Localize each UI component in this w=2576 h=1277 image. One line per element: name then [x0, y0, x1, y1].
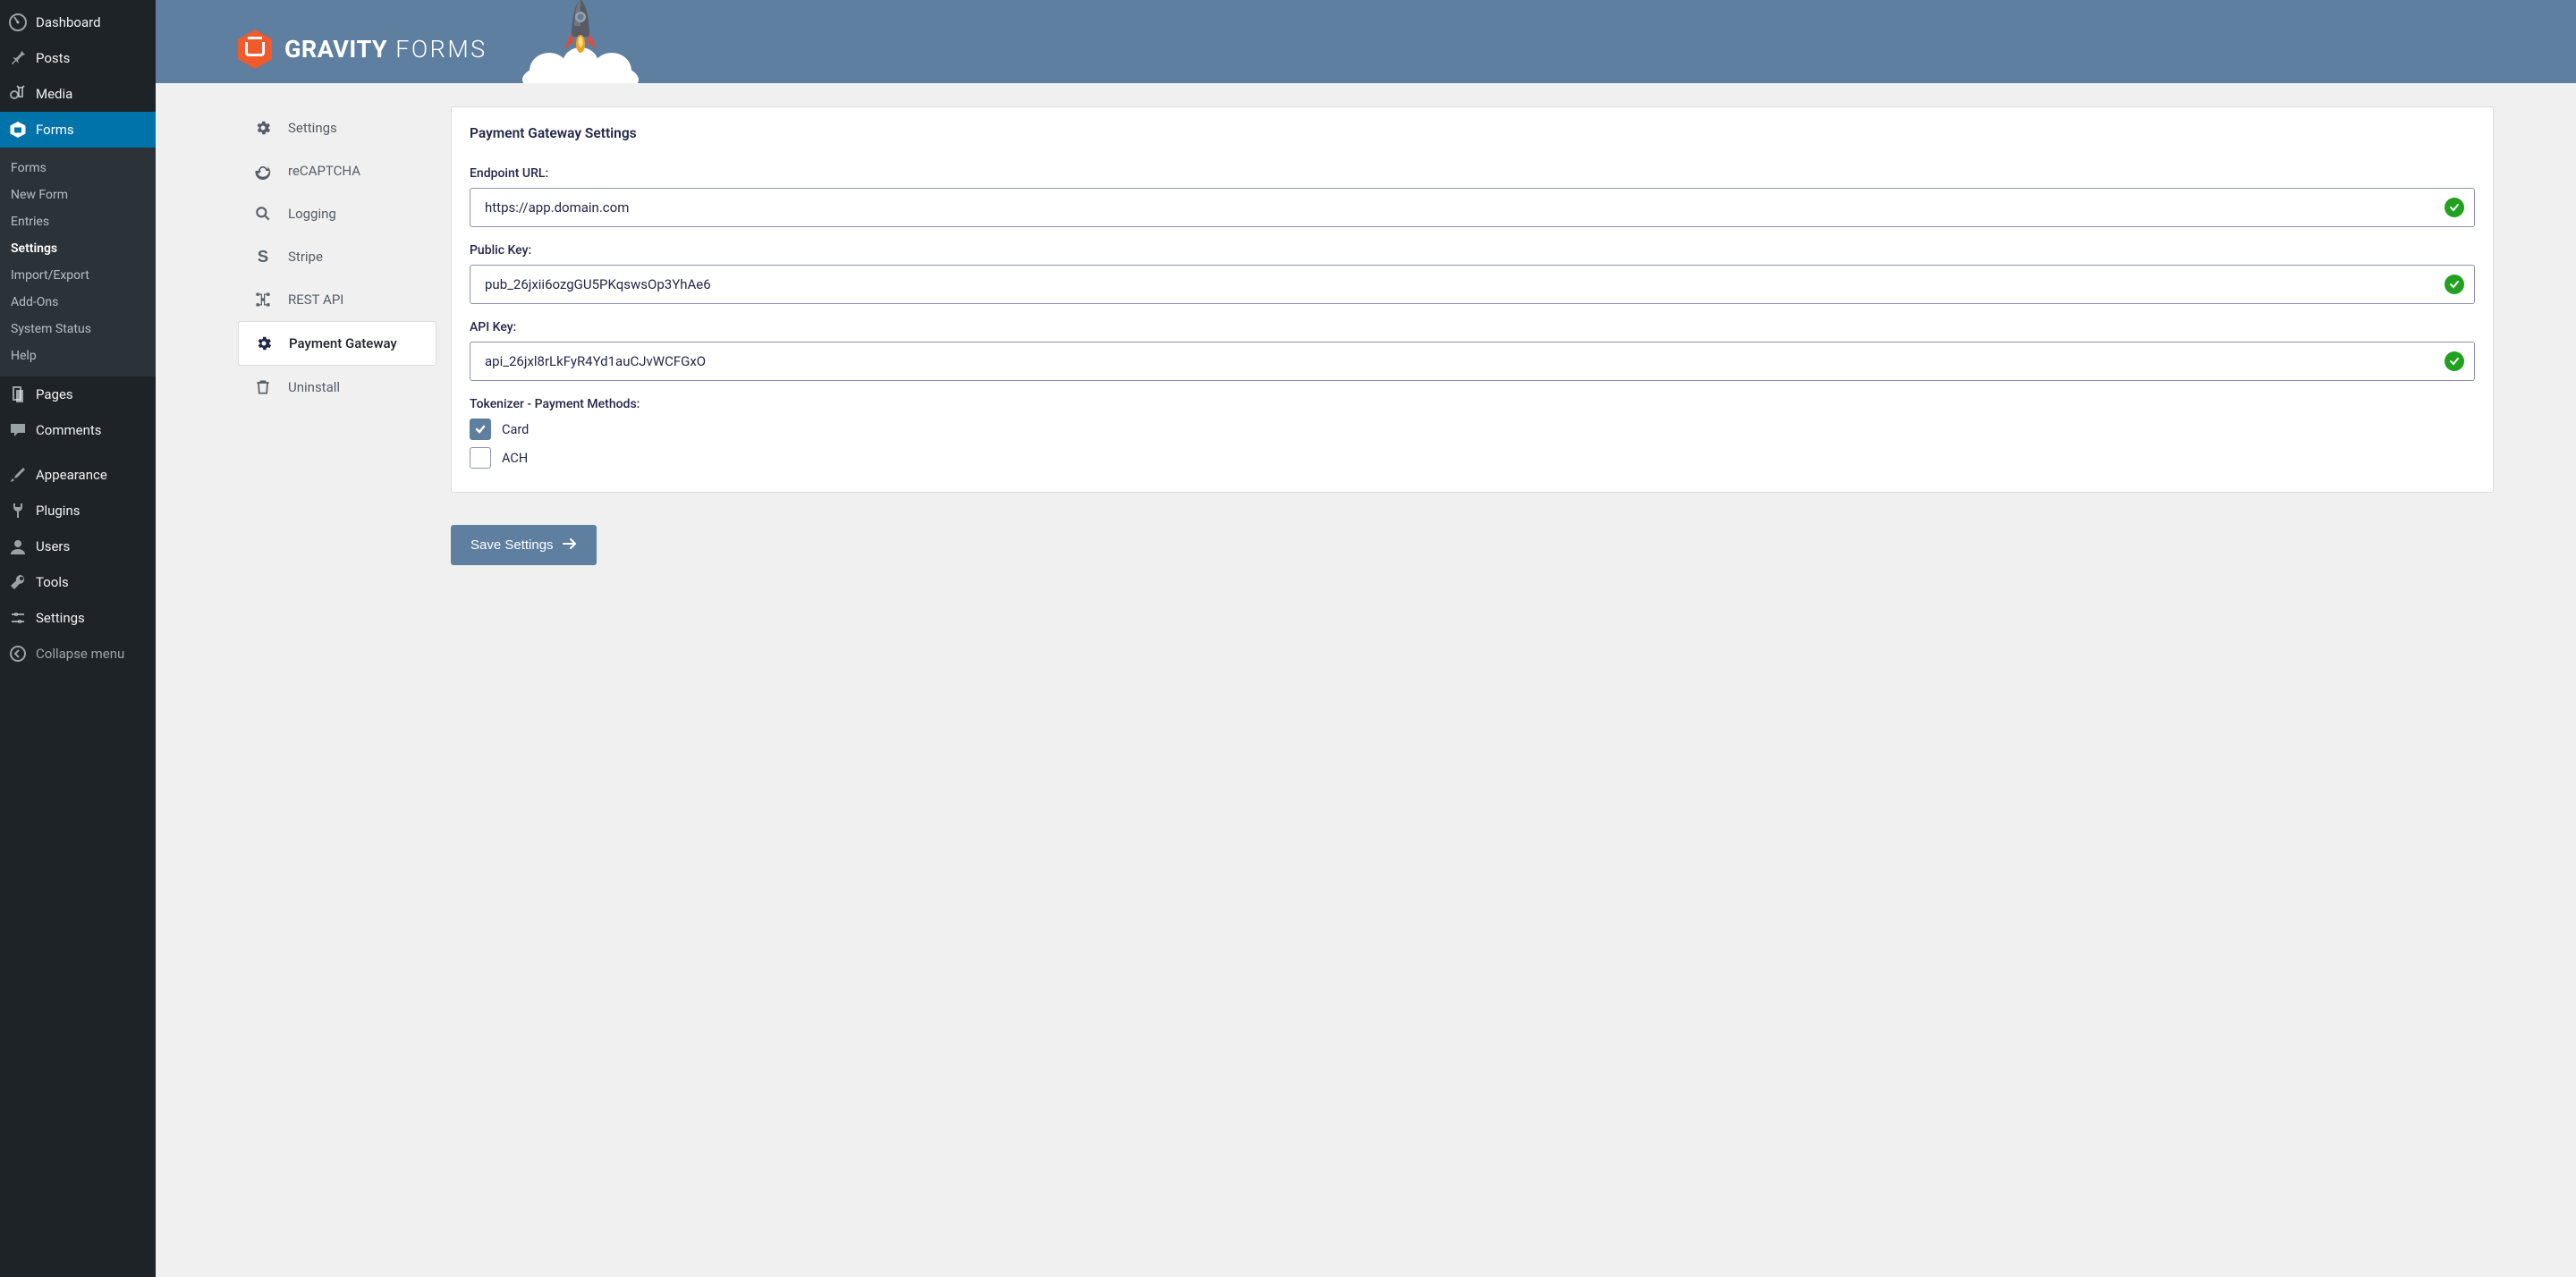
sidebar-sub-import-export[interactable]: Import/Export [0, 262, 156, 289]
sidebar-sub-entries[interactable]: Entries [0, 208, 156, 235]
subnav-label: Settings [288, 120, 337, 136]
sidebar-item-comments[interactable]: Comments [0, 412, 156, 448]
subnav-item-recaptcha[interactable]: reCAPTCHA [238, 149, 436, 192]
subnav-label: Payment Gateway [289, 335, 397, 351]
subnav-item-stripe[interactable]: S Stripe [238, 235, 436, 278]
settings-panel: Payment Gateway Settings Endpoint URL: P… [451, 106, 2494, 493]
endpoint-input[interactable] [470, 188, 2475, 227]
subnav-item-settings[interactable]: Settings [238, 106, 436, 149]
sidebar-item-posts[interactable]: Posts [0, 40, 156, 76]
sidebar-sub-system-status[interactable]: System Status [0, 316, 156, 343]
gf-logo-icon [238, 30, 272, 69]
plug-icon [9, 502, 27, 520]
sidebar-item-media[interactable]: Media [0, 76, 156, 112]
main-content: GRAVITY FORMS [156, 0, 2576, 1277]
trash-icon [254, 378, 272, 396]
sidebar-label: Appearance [36, 467, 107, 483]
gf-logo-text: GRAVITY FORMS [284, 35, 487, 63]
sidebar-label: Dashboard [36, 14, 101, 30]
subnav-label: REST API [288, 292, 343, 308]
pin-icon [9, 49, 27, 67]
sidebar-item-appearance[interactable]: Appearance [0, 457, 156, 493]
sidebar-item-forms[interactable]: Forms [0, 112, 156, 148]
apikey-input[interactable] [470, 342, 2475, 381]
sidebar-label: Posts [36, 50, 70, 66]
subnav-item-payment-gateway[interactable]: Payment Gateway [238, 321, 436, 366]
sidebar-sub-new-form[interactable]: New Form [0, 182, 156, 208]
api-icon [254, 291, 272, 309]
gear-icon [254, 119, 272, 137]
ach-checkbox-label: ACH [502, 451, 528, 466]
sidebar-sub-forms[interactable]: Forms [0, 155, 156, 182]
sidebar-label: Pages [36, 386, 73, 402]
svg-text:S: S [258, 248, 268, 266]
sidebar-submenu: Forms New Form Entries Settings Import/E… [0, 148, 156, 376]
sidebar-label: Collapse menu [36, 646, 124, 662]
ach-checkbox[interactable] [470, 447, 491, 469]
collapse-icon [9, 645, 27, 663]
sidebar-label: Media [36, 86, 72, 102]
subnav-item-uninstall[interactable]: Uninstall [238, 366, 436, 409]
comments-icon [9, 421, 27, 439]
sidebar-item-settings[interactable]: Settings [0, 600, 156, 636]
subnav-item-logging[interactable]: Logging [238, 192, 436, 235]
card-checkbox[interactable] [470, 419, 491, 440]
check-icon [2445, 275, 2464, 294]
sidebar-sub-settings[interactable]: Settings [0, 235, 156, 262]
wrench-icon [9, 573, 27, 591]
sidebar-item-tools[interactable]: Tools [0, 564, 156, 600]
wp-sidebar: Dashboard Posts Media Forms Forms New Fo… [0, 0, 156, 1277]
publickey-input[interactable] [470, 265, 2475, 304]
dashboard-icon [9, 13, 27, 31]
subnav-label: Stripe [288, 249, 323, 265]
apikey-label: API Key: [470, 320, 2475, 334]
arrow-right-icon [563, 537, 577, 553]
pages-icon [9, 385, 27, 403]
sidebar-item-plugins[interactable]: Plugins [0, 493, 156, 529]
sidebar-sub-addons[interactable]: Add-Ons [0, 289, 156, 316]
save-button-label: Save Settings [470, 537, 554, 553]
sidebar-item-pages[interactable]: Pages [0, 376, 156, 412]
sidebar-label: Settings [36, 610, 85, 626]
subnav-label: reCAPTCHA [288, 163, 360, 179]
card-checkbox-label: Card [502, 422, 529, 437]
panel-title: Payment Gateway Settings [470, 125, 2475, 141]
gf-banner: GRAVITY FORMS [156, 0, 2576, 83]
check-icon [2445, 351, 2464, 371]
brush-icon [9, 466, 27, 484]
subnav-label: Logging [288, 206, 336, 222]
endpoint-label: Endpoint URL: [470, 166, 2475, 181]
refresh-icon [254, 162, 272, 180]
sidebar-label: Tools [36, 574, 69, 590]
media-icon [9, 85, 27, 103]
sidebar-label: Forms [36, 122, 74, 138]
settings-subnav: Settings reCAPTCHA Logging S Stripe REST… [238, 106, 436, 565]
tokenizer-label: Tokenizer - Payment Methods: [470, 397, 2475, 411]
sidebar-sub-help[interactable]: Help [0, 343, 156, 369]
sliders-icon [9, 609, 27, 627]
forms-icon [9, 121, 27, 139]
sidebar-item-users[interactable]: Users [0, 529, 156, 564]
search-icon [254, 205, 272, 223]
rocket-illustration [518, 0, 634, 83]
save-settings-button[interactable]: Save Settings [451, 525, 597, 565]
gear-icon [255, 334, 273, 352]
sidebar-label: Comments [36, 422, 102, 438]
sidebar-item-collapse[interactable]: Collapse menu [0, 636, 156, 672]
check-icon [2445, 198, 2464, 217]
user-icon [9, 537, 27, 555]
subnav-label: Uninstall [288, 379, 340, 395]
sidebar-label: Users [36, 538, 70, 554]
subnav-item-restapi[interactable]: REST API [238, 278, 436, 321]
sidebar-label: Plugins [36, 503, 80, 519]
publickey-label: Public Key: [470, 243, 2475, 258]
sidebar-item-dashboard[interactable]: Dashboard [0, 4, 156, 40]
stripe-icon: S [254, 248, 272, 266]
